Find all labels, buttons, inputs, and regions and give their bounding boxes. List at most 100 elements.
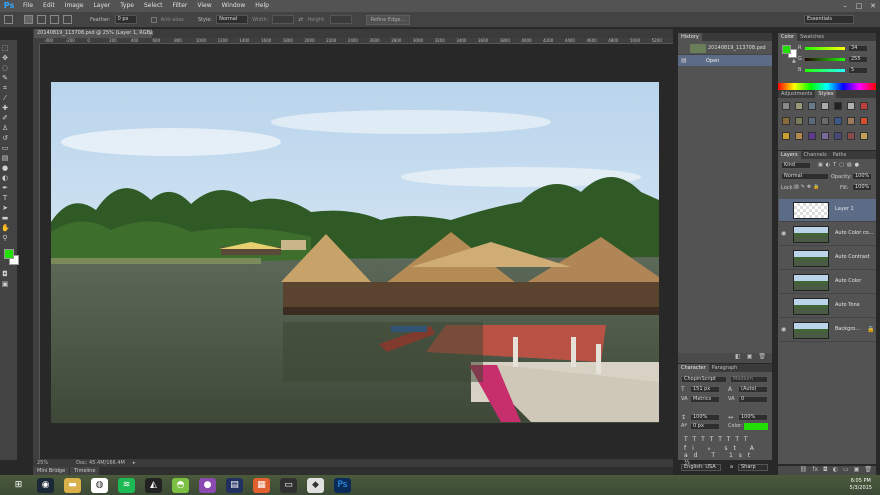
new-document-icon[interactable]: ▣ bbox=[747, 353, 753, 363]
horizontal-scale-input[interactable]: 100% bbox=[738, 414, 768, 421]
add-selection-icon[interactable] bbox=[37, 15, 46, 24]
leading-input[interactable]: (Auto) bbox=[738, 386, 768, 393]
style-swatch[interactable] bbox=[821, 132, 829, 140]
chrome-icon[interactable]: ◍ bbox=[91, 477, 108, 493]
layer-row[interactable]: Auto Tone bbox=[779, 295, 876, 318]
style-select[interactable]: Normal bbox=[216, 15, 249, 24]
ruler-origin[interactable] bbox=[33, 38, 40, 44]
tab-paths[interactable]: Paths bbox=[830, 151, 850, 159]
minimize-button[interactable]: – bbox=[838, 0, 852, 12]
layer-row[interactable]: Auto Contrast bbox=[779, 247, 876, 270]
gradient-icon[interactable]: ▤ bbox=[1, 154, 9, 162]
width-input[interactable] bbox=[272, 15, 295, 24]
photoshop-icon[interactable]: Ps bbox=[334, 477, 351, 493]
tab-mini-bridge[interactable]: Mini Bridge bbox=[33, 467, 70, 475]
style-swatch[interactable] bbox=[860, 132, 868, 140]
inkscape-icon[interactable]: ◆ bbox=[307, 477, 324, 493]
menu-help[interactable]: Help bbox=[250, 0, 274, 12]
delete-layer-icon[interactable]: 🗑 bbox=[864, 466, 872, 475]
layer-row[interactable]: Layer 1 bbox=[779, 199, 876, 222]
opentype-buttons[interactable]: fi ℴ st A ad T 1st ½ bbox=[684, 445, 772, 466]
fx-icon[interactable]: fx bbox=[812, 466, 818, 475]
tab-swatches[interactable]: Swatches bbox=[797, 33, 827, 41]
swap-icon[interactable]: ⇄ bbox=[298, 16, 303, 23]
r-slider[interactable] bbox=[805, 47, 845, 50]
antialias-select[interactable]: Sharp bbox=[738, 464, 768, 471]
stamp-icon[interactable]: ♙ bbox=[1, 124, 9, 132]
document-tab[interactable]: 20140819_113708.psd @ 25% (Layer 1, RGB/… bbox=[34, 29, 152, 38]
history-state[interactable]: Open bbox=[706, 58, 719, 64]
font-size-input[interactable]: 151 px bbox=[690, 386, 720, 393]
style-swatch[interactable] bbox=[847, 132, 855, 140]
tab-adjustments[interactable]: Adjustments bbox=[778, 90, 815, 98]
menu-window[interactable]: Window bbox=[217, 0, 251, 12]
kerning-select[interactable]: Metrics bbox=[690, 396, 720, 403]
eyedropper-icon[interactable]: ⁄ bbox=[1, 94, 9, 102]
style-swatch[interactable] bbox=[795, 117, 803, 125]
height-input[interactable] bbox=[329, 15, 352, 24]
eraser-icon[interactable]: ▭ bbox=[1, 144, 9, 152]
status-arrow-icon[interactable]: ▸ bbox=[133, 460, 136, 466]
hand-icon[interactable]: ✋ bbox=[1, 224, 10, 232]
mask-icon[interactable]: ◘ bbox=[823, 466, 828, 475]
spotify-icon[interactable]: ≋ bbox=[118, 477, 135, 493]
filter-kind-select[interactable]: Kind bbox=[781, 162, 811, 169]
menu-type[interactable]: Type bbox=[115, 0, 139, 12]
style-swatch[interactable] bbox=[795, 132, 803, 140]
r-value[interactable]: 34 bbox=[848, 45, 868, 52]
style-swatch[interactable] bbox=[860, 117, 868, 125]
quick-mask-icon[interactable]: ◘ bbox=[1, 270, 9, 278]
style-swatch[interactable] bbox=[847, 102, 855, 110]
language-select[interactable]: English: USA bbox=[681, 464, 721, 471]
dodge-icon[interactable]: ◐ bbox=[1, 174, 9, 182]
style-swatch[interactable] bbox=[834, 117, 842, 125]
style-swatch[interactable] bbox=[834, 102, 842, 110]
group-icon[interactable]: ▭ bbox=[843, 466, 849, 475]
lock-icons[interactable]: ▨✎✥🔒 bbox=[794, 184, 821, 190]
font-family-select[interactable]: ChopinScript bbox=[681, 376, 727, 383]
style-swatch[interactable] bbox=[808, 117, 816, 125]
style-swatch[interactable] bbox=[782, 102, 790, 110]
foreground-color-swatch[interactable] bbox=[4, 249, 14, 259]
subtract-selection-icon[interactable] bbox=[50, 15, 59, 24]
color-ramp[interactable] bbox=[778, 83, 876, 90]
style-swatch[interactable] bbox=[782, 117, 790, 125]
blend-mode-select[interactable]: Normal bbox=[781, 173, 829, 180]
screen-mode-icon[interactable]: ▣ bbox=[1, 280, 9, 288]
history-brush-icon[interactable]: ↺ bbox=[1, 134, 9, 142]
rect-marquee-icon[interactable]: ⬚ bbox=[1, 44, 9, 52]
style-swatch[interactable] bbox=[821, 117, 829, 125]
terminal-icon[interactable]: ▭ bbox=[280, 477, 297, 493]
close-tab-icon[interactable]: × bbox=[149, 30, 154, 37]
snapshot-name[interactable]: 20140819_113708.psd bbox=[708, 45, 766, 51]
vertical-scale-input[interactable]: 100% bbox=[690, 414, 720, 421]
tab-color[interactable]: Color bbox=[778, 33, 798, 41]
grid-app-icon[interactable]: ▦ bbox=[253, 477, 270, 493]
brush-icon[interactable]: ✐ bbox=[1, 114, 9, 122]
steam-icon[interactable]: ◉ bbox=[37, 477, 54, 493]
tracking-input[interactable]: 0 bbox=[738, 396, 768, 403]
zoom-level[interactable]: 25% bbox=[37, 460, 48, 466]
android-icon[interactable]: ◓ bbox=[172, 477, 189, 493]
style-swatch[interactable] bbox=[860, 102, 868, 110]
maximize-button[interactable]: □ bbox=[852, 0, 866, 12]
lasso-icon[interactable]: ◌ bbox=[1, 64, 9, 72]
pen-icon[interactable]: ✒ bbox=[1, 184, 9, 192]
type-icon[interactable]: T bbox=[1, 194, 9, 202]
b-slider[interactable] bbox=[805, 69, 845, 72]
baseline-input[interactable]: 0 px bbox=[690, 423, 720, 430]
style-swatch[interactable] bbox=[821, 102, 829, 110]
color-fg-swatch[interactable] bbox=[782, 45, 791, 54]
tab-paragraph[interactable]: Paragraph bbox=[709, 364, 741, 372]
marquee-tool-icon[interactable] bbox=[4, 15, 13, 24]
style-swatch[interactable] bbox=[795, 102, 803, 110]
healing-icon[interactable]: ✚ bbox=[1, 104, 9, 112]
workspace-select[interactable]: Essentials bbox=[804, 15, 854, 24]
link-layers-icon[interactable]: ⛓ bbox=[800, 466, 808, 475]
layer-row[interactable]: Auto Color bbox=[779, 271, 876, 294]
tab-timeline[interactable]: Timeline bbox=[70, 467, 100, 475]
unity-icon[interactable]: ◭ bbox=[145, 477, 162, 493]
new-selection-icon[interactable] bbox=[24, 15, 33, 24]
layer-row[interactable]: ◉ Auto Color co... bbox=[779, 223, 876, 246]
menu-select[interactable]: Select bbox=[139, 0, 168, 12]
